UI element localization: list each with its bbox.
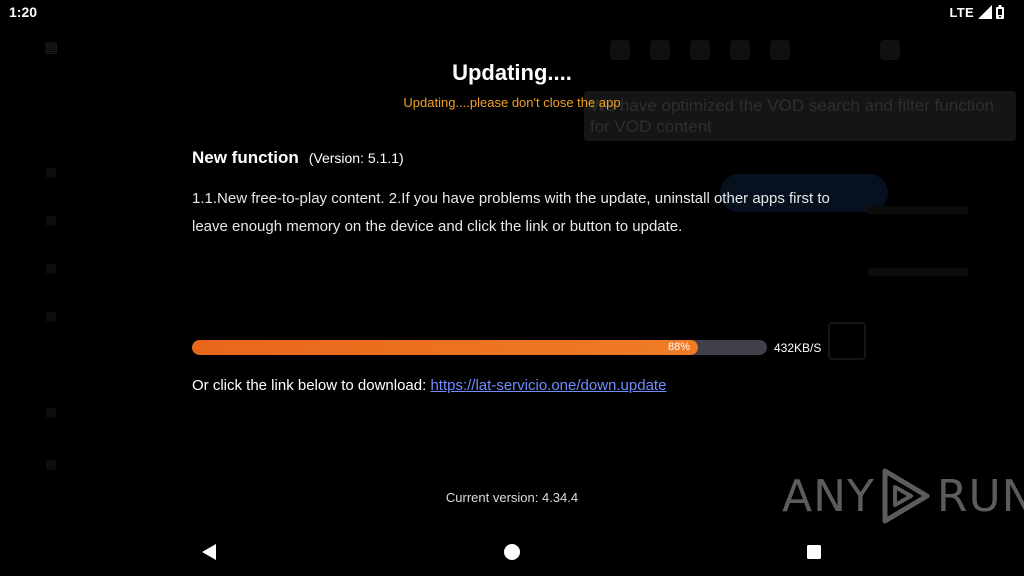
version-info: (Version: 5.1.1) xyxy=(309,150,404,168)
version-prefix: (Version: xyxy=(308,150,368,166)
watermark-left-text: ANY xyxy=(782,470,875,522)
home-button[interactable] xyxy=(501,541,523,563)
background-sidebar-icon xyxy=(46,264,56,274)
version-suffix: ) xyxy=(399,150,404,166)
background-row xyxy=(868,268,968,276)
download-speed: 432KB/S xyxy=(774,341,822,355)
section-title: New function xyxy=(192,148,299,167)
progress-bar: 88% xyxy=(192,340,767,355)
watermark-right-text: RUN xyxy=(936,470,1024,522)
progress-percent: 88% xyxy=(667,341,690,353)
background-sidebar-icon xyxy=(46,312,56,322)
battery-icon xyxy=(996,5,1004,19)
back-button[interactable] xyxy=(198,541,220,563)
signal-icon xyxy=(978,5,992,19)
status-time: 1:20 xyxy=(9,4,38,20)
status-indicators: LTE xyxy=(949,4,1004,20)
background-row xyxy=(868,206,968,214)
background-toolbar-icon xyxy=(690,40,710,60)
home-circle-icon xyxy=(504,544,520,560)
background-toolbar-icon xyxy=(880,40,900,60)
progress-fill: 88% xyxy=(192,340,698,355)
recent-square-icon xyxy=(807,545,821,559)
play-triangle-icon xyxy=(882,468,930,524)
background-filter-icon xyxy=(650,40,670,60)
screen: ▦ We have optimized the VOD search and f… xyxy=(0,0,1024,576)
update-description: 1.1.New free-to-play content. 2.If you h… xyxy=(192,190,830,235)
background-toolbar-icon xyxy=(770,40,790,60)
navigation-bar xyxy=(0,528,1024,576)
back-triangle-icon xyxy=(202,544,216,560)
dialog-title: Updating.... xyxy=(452,60,572,85)
background-thumbnail xyxy=(828,322,866,360)
network-type: LTE xyxy=(949,4,974,20)
current-version-label: Current version: 4.34.4 xyxy=(445,490,579,505)
version-value: 5.1.1 xyxy=(367,150,399,166)
background-sidebar-icon xyxy=(46,216,56,226)
download-prompt: Or click the link below to download: xyxy=(192,377,431,394)
status-bar: 1:20 LTE xyxy=(0,0,1024,24)
background-toolbar-icon xyxy=(730,40,750,60)
download-line: Or click the link below to download: htt… xyxy=(192,377,666,394)
dialog-subtitle: Updating....please don't close the app xyxy=(403,95,621,110)
background-sidebar-icon xyxy=(46,460,56,470)
background-search-icon xyxy=(610,40,630,60)
download-link[interactable]: https://lat-servicio.one/down.update xyxy=(430,377,666,394)
background-app-logo: ▦ xyxy=(44,39,59,56)
anyrun-watermark: ANY RUN xyxy=(782,466,1024,526)
recent-apps-button[interactable] xyxy=(803,541,825,563)
background-sidebar-icon xyxy=(46,168,56,178)
section-header: New function (Version: 5.1.1) xyxy=(192,148,404,168)
background-sidebar-icon xyxy=(46,408,56,418)
